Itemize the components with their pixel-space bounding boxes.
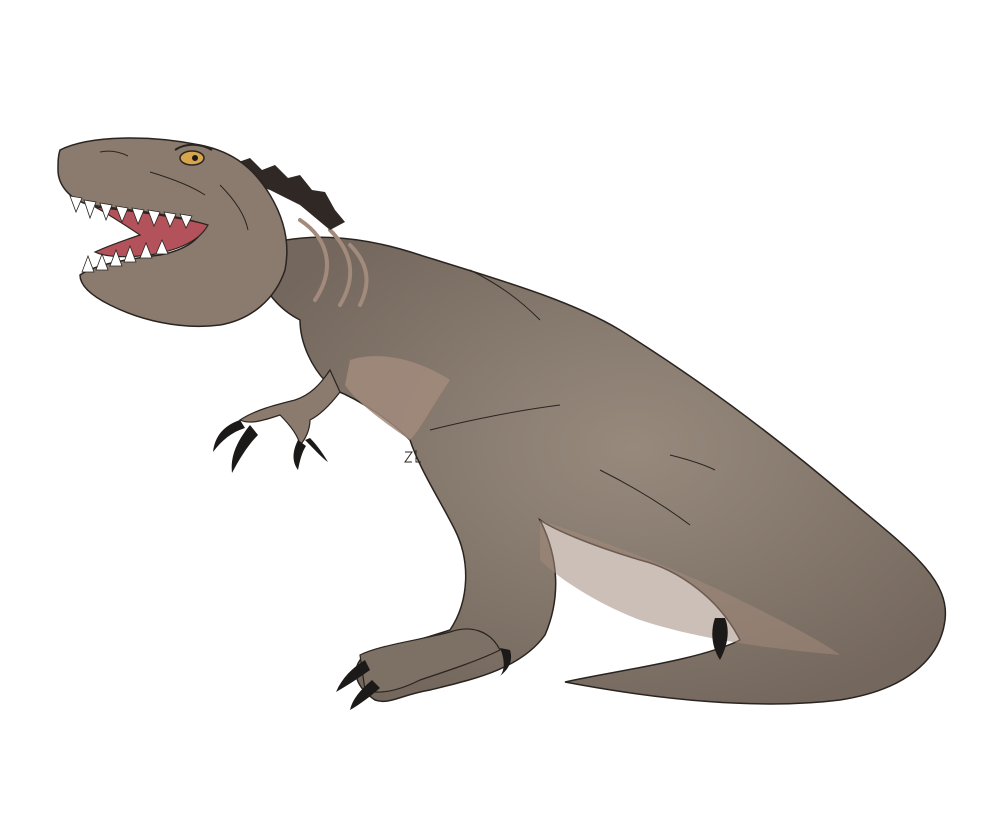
hand-claws: [213, 420, 328, 473]
trex-illustration: [57, 137, 947, 710]
trex-body: [249, 236, 947, 705]
canvas: [0, 0, 1000, 815]
pupil: [192, 155, 198, 161]
